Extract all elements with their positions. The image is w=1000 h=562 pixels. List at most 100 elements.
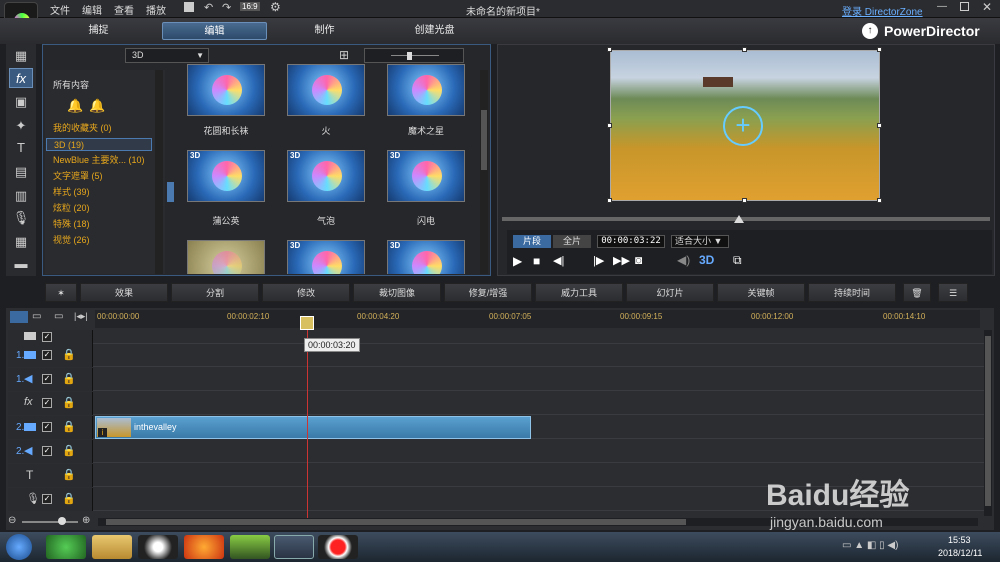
resize-handle[interactable]: [742, 47, 747, 52]
resize-handle[interactable]: [607, 123, 612, 128]
login-link[interactable]: 登录 DirectorZone: [842, 3, 923, 18]
preview-video-frame[interactable]: +: [610, 50, 880, 201]
browser-360-icon[interactable]: [46, 535, 86, 559]
effect-thumbnail[interactable]: 3D: [187, 150, 265, 202]
category-scrollbar[interactable]: [155, 70, 163, 274]
storyboard-view-icon[interactable]: ▭: [32, 311, 41, 322]
effect-thumbnail[interactable]: 3D: [387, 150, 465, 202]
track-enable-checkbox[interactable]: ✓: [42, 398, 52, 408]
category-visual[interactable]: 视觉 (26): [53, 234, 90, 247]
resize-handle[interactable]: [607, 47, 612, 52]
collapse-panel-button[interactable]: [167, 182, 174, 202]
magic-tools-button[interactable]: ✶: [45, 283, 77, 302]
category-3d[interactable]: 3D (19): [46, 138, 152, 151]
slideshow-button[interactable]: 幻灯片: [626, 283, 714, 302]
title-room-icon[interactable]: T: [9, 138, 33, 158]
stop-icon[interactable]: ■: [533, 254, 540, 268]
timecode-display[interactable]: 00:00:03:22: [597, 235, 665, 248]
lock-icon[interactable]: 🔒: [62, 420, 76, 433]
effect-thumbnail[interactable]: [387, 64, 465, 116]
lock-icon[interactable]: 🔒: [62, 372, 76, 385]
transition-room-icon[interactable]: ▤: [9, 162, 33, 182]
menu-play[interactable]: 播放: [146, 2, 166, 17]
effect-thumbnail[interactable]: 3D: [287, 240, 365, 274]
grid-view-icon[interactable]: ⊞: [339, 48, 349, 62]
keyframe-button[interactable]: 关键帧: [717, 283, 805, 302]
media-player-icon[interactable]: [230, 535, 270, 559]
voiceover-icon[interactable]: 🎙: [9, 208, 33, 228]
track-enable-checkbox[interactable]: ✓: [42, 494, 52, 504]
resize-handle[interactable]: [877, 123, 882, 128]
lock-icon[interactable]: 🔒: [62, 444, 76, 457]
add-bookmark-icon[interactable]: 🔔: [67, 98, 83, 114]
play-icon[interactable]: ▶: [513, 254, 522, 268]
category-dropdown[interactable]: 3D ▼: [125, 48, 209, 63]
timeline-ruler[interactable]: 00:00:00:00 00:00:02:10 00:00:04:20 00:0…: [95, 310, 980, 328]
volume-icon[interactable]: ◀): [677, 253, 690, 267]
track-manager-icon[interactable]: ▭: [54, 311, 63, 322]
resize-handle[interactable]: [607, 198, 612, 203]
seek-thumb[interactable]: [734, 215, 744, 223]
clip-info-icon[interactable]: i: [98, 428, 107, 437]
track-enable-checkbox[interactable]: ✓: [42, 422, 52, 432]
undock-icon[interactable]: ⧉: [733, 253, 742, 268]
file-explorer-icon[interactable]: [92, 535, 132, 559]
aspect-ratio-dropdown[interactable]: 16:9: [240, 2, 260, 11]
close-icon[interactable]: ✕: [982, 0, 992, 14]
category-newblue[interactable]: NewBlue 主要效... (10): [53, 154, 145, 167]
taskbar-date[interactable]: 2018/12/11: [938, 548, 982, 558]
resize-handle[interactable]: [877, 198, 882, 203]
effect-thumbnail[interactable]: [187, 240, 265, 274]
qq-icon[interactable]: [138, 535, 178, 559]
library-scrollbar[interactable]: [480, 70, 488, 274]
timeline-zoom-slider[interactable]: ⊖ ⊕: [8, 515, 92, 527]
timeline-view-icon[interactable]: [10, 311, 28, 323]
lock-icon[interactable]: 🔒: [62, 348, 76, 361]
category-favorites[interactable]: 我的收藏夹 (0): [53, 122, 112, 135]
snapshot-icon[interactable]: ◙: [635, 253, 642, 267]
split-button[interactable]: 分割: [171, 283, 259, 302]
crop-image-button[interactable]: 裁切图像: [353, 283, 441, 302]
powerdirector-taskbar-icon[interactable]: [274, 535, 314, 559]
track-enable-checkbox[interactable]: ✓: [42, 332, 52, 342]
fit-timeline-icon[interactable]: |◂▸|: [74, 311, 88, 322]
category-particles[interactable]: 炫粒 (20): [53, 202, 90, 215]
effect-thumbnail[interactable]: [187, 64, 265, 116]
slider-thumb[interactable]: [407, 52, 412, 60]
minimize-icon[interactable]: —: [937, 1, 947, 12]
effects-room-icon[interactable]: fx: [9, 68, 33, 88]
track-enable-checkbox[interactable]: ✓: [42, 350, 52, 360]
resize-handle[interactable]: [742, 198, 747, 203]
save-icon[interactable]: [184, 2, 194, 12]
media-room-icon[interactable]: ▦: [9, 46, 33, 66]
zoom-thumb[interactable]: [58, 517, 66, 525]
track-enable-checkbox[interactable]: ✓: [42, 374, 52, 384]
menu-file[interactable]: 文件: [50, 2, 70, 17]
fix-enhance-button[interactable]: 修复/增强: [444, 283, 532, 302]
effect-thumbnail[interactable]: 3D: [387, 240, 465, 274]
zoom-out-icon[interactable]: ⊖: [8, 515, 16, 526]
track-enable-checkbox[interactable]: ✓: [42, 446, 52, 456]
fit-size-dropdown[interactable]: 适合大小 ▼: [671, 235, 729, 248]
recorder-icon[interactable]: [318, 535, 358, 559]
lock-icon[interactable]: 🔒: [62, 492, 76, 505]
category-text-mask[interactable]: 文字遮罩 (5): [53, 170, 103, 183]
category-style[interactable]: 样式 (39): [53, 186, 90, 199]
start-button-icon[interactable]: [6, 534, 32, 560]
pip-room-icon[interactable]: ▣: [9, 92, 33, 112]
modify-button[interactable]: 修改: [262, 283, 350, 302]
tab-create-disc[interactable]: 创建光盘: [382, 22, 487, 40]
tab-edit[interactable]: 编辑: [162, 22, 267, 40]
lock-icon[interactable]: 🔒: [62, 396, 76, 409]
effects-button[interactable]: 效果: [80, 283, 168, 302]
playhead-handle[interactable]: [300, 316, 314, 330]
preview-seek-bar[interactable]: [502, 215, 990, 223]
effect-thumbnail[interactable]: [287, 64, 365, 116]
upgrade-arrow-icon[interactable]: ↑: [862, 23, 878, 39]
resize-handle[interactable]: [877, 47, 882, 52]
tab-produce[interactable]: 制作: [272, 22, 377, 40]
clip-mode-button[interactable]: 片段: [513, 235, 551, 248]
remove-bookmark-icon[interactable]: 🔔: [89, 98, 105, 114]
duration-button[interactable]: 持续时间: [808, 283, 896, 302]
lock-icon[interactable]: 🔒: [62, 468, 76, 481]
